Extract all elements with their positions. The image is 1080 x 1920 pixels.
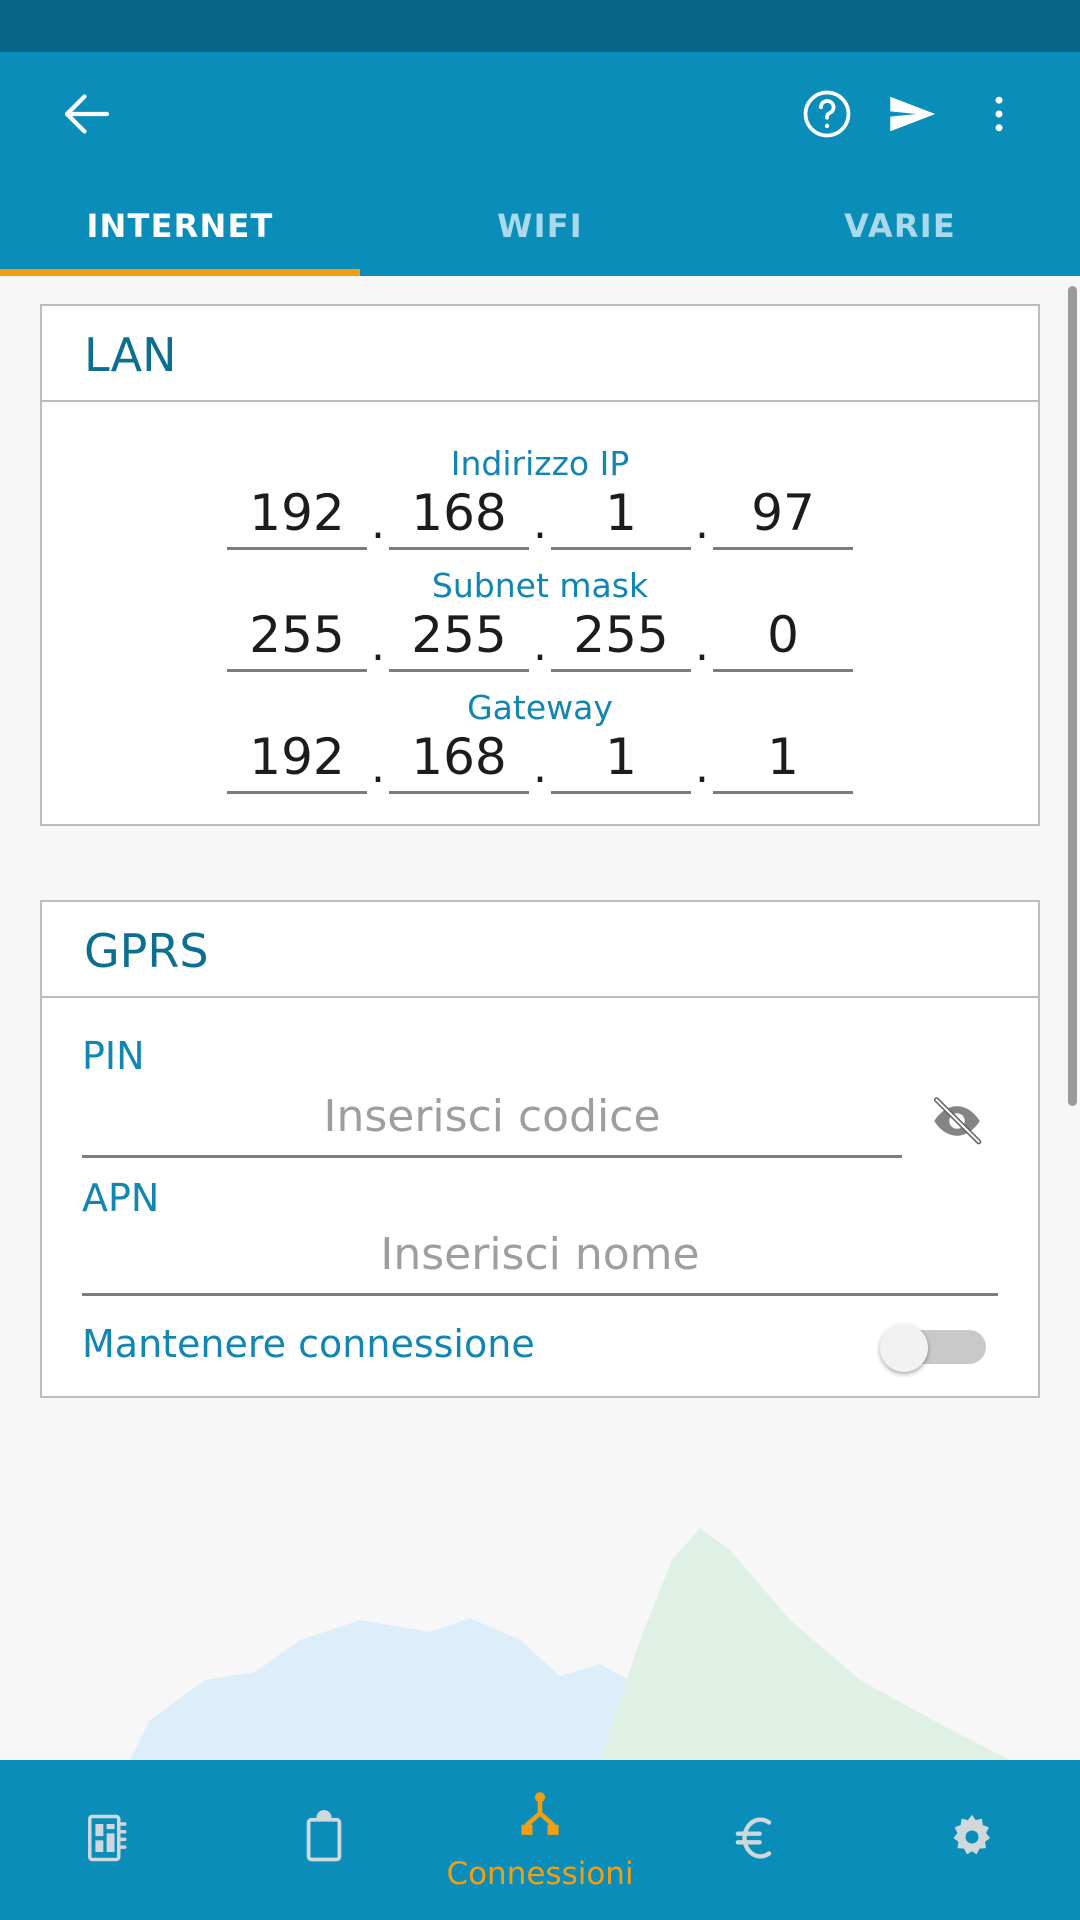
ip-separator-2: . xyxy=(533,498,547,549)
subnet-mask-field[interactable]: 255 . 255 . 255 . 0 xyxy=(82,607,998,672)
device-module-icon xyxy=(80,1810,136,1870)
gateway-octet-3[interactable]: 1 xyxy=(551,729,691,794)
apn-placeholder: Inserisci nome xyxy=(380,1229,700,1280)
help-circle-icon xyxy=(799,86,855,142)
send-button[interactable] xyxy=(870,71,956,157)
arrow-left-icon xyxy=(57,84,117,144)
gateway-octet-2[interactable]: 168 xyxy=(389,729,529,794)
tab-active-indicator xyxy=(0,269,360,276)
overflow-menu-button[interactable] xyxy=(956,71,1042,157)
pin-input-row: Inserisci codice xyxy=(82,1088,998,1158)
tab-bar: INTERNET WIFI VARIE xyxy=(0,176,1080,276)
ip-octet-2[interactable]: 168 xyxy=(389,485,529,550)
gear-icon xyxy=(943,1809,1001,1871)
subnet-separator-3: . xyxy=(695,620,709,671)
ip-octet-3[interactable]: 1 xyxy=(551,485,691,550)
subnet-separator-2: . xyxy=(533,620,547,671)
bottom-navigation: Connessioni xyxy=(0,1760,1080,1920)
pin-input[interactable]: Inserisci codice xyxy=(82,1092,902,1158)
nav-item-device[interactable] xyxy=(0,1760,216,1920)
tab-wifi[interactable]: WIFI xyxy=(360,176,720,276)
pin-reveal-button[interactable] xyxy=(916,1088,998,1158)
subnet-separator-1: . xyxy=(371,620,385,671)
vertical-scrollbar[interactable] xyxy=(1068,286,1077,1106)
tab-internet[interactable]: INTERNET xyxy=(0,176,360,276)
app-bar xyxy=(0,52,1080,176)
pin-placeholder: Inserisci codice xyxy=(323,1091,661,1143)
apn-label: APN xyxy=(82,1176,160,1220)
nav-item-settings[interactable] xyxy=(864,1760,1080,1920)
gateway-label: Gateway xyxy=(467,688,613,727)
eye-off-icon xyxy=(928,1092,986,1154)
gateway-separator-1: . xyxy=(371,742,385,793)
ip-address-label: Indirizzo IP xyxy=(450,444,630,483)
subnet-mask-label: Subnet mask xyxy=(431,566,649,605)
subnet-octet-1[interactable]: 255 xyxy=(227,607,367,672)
ip-octet-1[interactable]: 192 xyxy=(227,485,367,550)
toggle-knob xyxy=(880,1323,928,1372)
more-vertical-icon xyxy=(975,90,1023,138)
subnet-octet-3[interactable]: 255 xyxy=(551,607,691,672)
subnet-octet-2[interactable]: 255 xyxy=(389,607,529,672)
gateway-separator-2: . xyxy=(533,742,547,793)
nav-item-connessioni[interactable]: Connessioni xyxy=(432,1760,648,1920)
gateway-field[interactable]: 192 . 168 . 1 . 1 xyxy=(82,729,998,794)
ip-address-field[interactable]: 192 . 168 . 1 . 97 xyxy=(82,485,998,550)
send-icon xyxy=(882,83,944,145)
tab-varie[interactable]: VARIE xyxy=(720,176,1080,276)
apn-input-row: Inserisci nome xyxy=(82,1229,998,1296)
gateway-octet-1[interactable]: 192 xyxy=(227,729,367,794)
gateway-octet-4[interactable]: 1 xyxy=(713,729,853,794)
clipboard-icon xyxy=(296,1810,352,1870)
ip-separator-3: . xyxy=(695,498,709,549)
nav-item-costi[interactable] xyxy=(648,1760,864,1920)
gateway-separator-3: . xyxy=(695,742,709,793)
pin-label: PIN xyxy=(82,1034,145,1078)
nav-label-connessioni: Connessioni xyxy=(446,1856,634,1892)
gprs-card-body: PIN Inserisci codice APN Inserisci nome … xyxy=(42,998,1038,1396)
lan-card-title: LAN xyxy=(42,306,1038,402)
ip-octet-4[interactable]: 97 xyxy=(713,485,853,550)
subnet-octet-4[interactable]: 0 xyxy=(713,607,853,672)
apn-input[interactable]: Inserisci nome xyxy=(82,1229,998,1296)
ip-separator-1: . xyxy=(371,498,385,549)
nav-item-clipboard[interactable] xyxy=(216,1760,432,1920)
gprs-card: GPRS PIN Inserisci codice APN Inserisci … xyxy=(40,900,1040,1398)
keep-connection-toggle[interactable] xyxy=(880,1323,988,1372)
status-bar xyxy=(0,0,1080,52)
keep-connection-label: Mantenere connessione xyxy=(82,1321,535,1366)
lan-card-body: Indirizzo IP 192 . 168 . 1 . 97 Subnet m… xyxy=(42,402,1038,824)
help-button[interactable] xyxy=(784,71,870,157)
euro-icon xyxy=(727,1809,785,1871)
gprs-card-title: GPRS xyxy=(42,902,1038,998)
back-button[interactable] xyxy=(44,71,130,157)
network-nodes-icon xyxy=(511,1788,569,1850)
settings-scroll-area[interactable]: LAN Indirizzo IP 192 . 168 . 1 . 97 Subn… xyxy=(0,276,1080,1760)
lan-card: LAN Indirizzo IP 192 . 168 . 1 . 97 Subn… xyxy=(40,304,1040,826)
keep-connection-row[interactable]: Mantenere connessione xyxy=(82,1296,998,1372)
